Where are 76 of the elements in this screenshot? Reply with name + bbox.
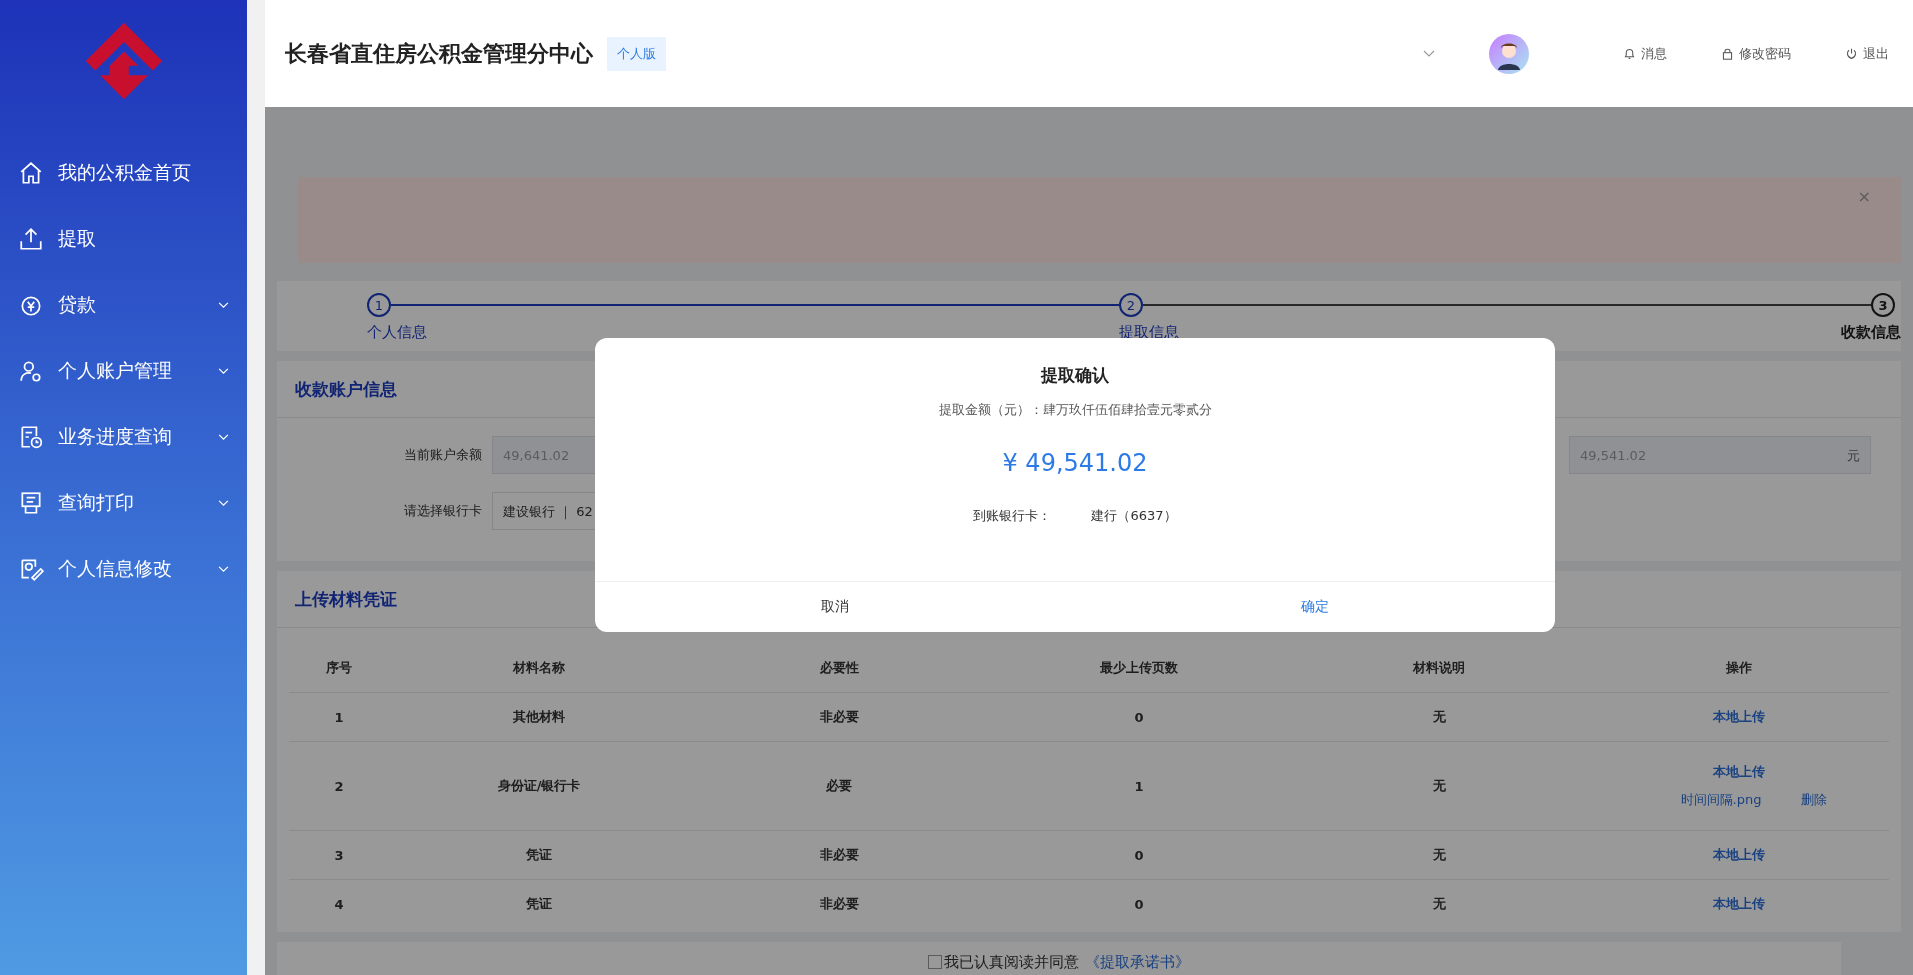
avatar-icon[interactable] xyxy=(1489,33,1529,74)
header-link[interactable]: 退出 xyxy=(1845,44,1889,63)
step-number: 1 xyxy=(367,293,391,317)
upload-icon xyxy=(18,226,44,252)
chevron-down-icon xyxy=(218,499,229,507)
header-link[interactable]: 消息 xyxy=(1623,44,1667,63)
sidebar-item[interactable]: 个人信息修改 xyxy=(0,536,247,602)
table-cell-text: 0 xyxy=(1133,709,1145,725)
table-cell-text: 4 xyxy=(333,896,345,912)
table-cell-text: 1 xyxy=(1133,778,1145,794)
site-title: 长春省直住房公积金管理分中心 xyxy=(285,39,593,68)
table-cell-text: 非必要 xyxy=(818,846,860,864)
progress-icon xyxy=(18,424,44,450)
table-cell-text: 身份证/银行卡 xyxy=(496,777,582,795)
column-header: 操作 xyxy=(1725,659,1753,677)
lock-icon xyxy=(1721,47,1734,60)
table-cell-text: 其他材料 xyxy=(512,708,566,726)
table-cell-text: 非必要 xyxy=(818,895,860,913)
field-label: 当前账户余额 xyxy=(403,446,482,464)
step-number: 3 xyxy=(1871,293,1895,317)
upload-link[interactable]: 本地上传 xyxy=(1713,846,1765,864)
amount-in-words: 提取金额（元）：肆万玖仟伍佰肆拾壹元零贰分 xyxy=(938,401,1212,419)
column-header: 材料说明 xyxy=(1412,659,1466,677)
chevron-down-icon xyxy=(218,367,229,375)
sidebar-item[interactable]: 个人账户管理 xyxy=(0,338,247,404)
sidebar-item[interactable]: 我的公积金首页 xyxy=(0,140,247,206)
agreement-text: 我已认真阅读并同意 xyxy=(944,952,1079,972)
table-cell-text: 0 xyxy=(1133,896,1145,912)
chevron-down-icon xyxy=(218,301,229,309)
agree-checkbox[interactable] xyxy=(928,955,942,969)
table-cell-text: 无 xyxy=(1431,846,1447,864)
table-cell-text: 0 xyxy=(1133,847,1145,863)
chevron-down-icon xyxy=(218,565,229,573)
dialog-title: 提取确认 xyxy=(1041,364,1109,387)
file-link[interactable]: 时间间隔.png xyxy=(1680,791,1762,809)
table-cell-text: 凭证 xyxy=(525,895,553,913)
edit-icon xyxy=(18,556,44,582)
chevron-down-icon[interactable] xyxy=(1423,49,1435,58)
upload-link[interactable]: 本地上传 xyxy=(1713,763,1765,781)
header-link[interactable]: 修改密码 xyxy=(1721,44,1791,63)
chevron-down-icon xyxy=(218,433,229,441)
table-cell-text: 3 xyxy=(333,847,345,863)
column-header: 必要性 xyxy=(818,659,860,677)
bank-card-label: 到账银行卡： xyxy=(973,507,1052,525)
column-header: 序号 xyxy=(325,659,353,677)
sidebar-item[interactable]: 提取 xyxy=(0,206,247,272)
upload-link[interactable]: 本地上传 xyxy=(1713,708,1765,726)
step-number: 2 xyxy=(1119,293,1143,317)
power-icon xyxy=(1845,47,1858,60)
table-cell-text: 无 xyxy=(1431,708,1447,726)
step-label: 个人信息 xyxy=(367,323,427,342)
delete-link[interactable]: 删除 xyxy=(1801,791,1828,809)
scrollbar-track[interactable] xyxy=(247,0,265,975)
sidebar-item[interactable]: 查询打印 xyxy=(0,470,247,536)
column-header: 最少上传页数 xyxy=(1099,659,1179,677)
bank-card-value: 建行（6637） xyxy=(1091,507,1177,525)
amount-field: 49,541.02 元 xyxy=(1569,436,1871,474)
sidebar-item[interactable]: 贷款 xyxy=(0,272,247,338)
table-cell-text: 非必要 xyxy=(818,708,860,726)
table-cell-text: 无 xyxy=(1431,777,1447,795)
sidebar-item[interactable]: 业务进度查询 xyxy=(0,404,247,470)
bell-icon xyxy=(1623,47,1636,60)
step-label: 收款信息 xyxy=(1841,323,1901,342)
upload-link[interactable]: 本地上传 xyxy=(1713,895,1765,913)
version-badge: 个人版 xyxy=(607,36,666,71)
amount-value: ¥ 49,541.02 xyxy=(1002,449,1148,477)
table-cell-text: 凭证 xyxy=(525,846,553,864)
agreement-link[interactable]: 《提取承诺书》 xyxy=(1085,952,1190,972)
print-icon xyxy=(18,490,44,516)
table-cell-text: 必要 xyxy=(825,777,853,795)
table-cell-text: 2 xyxy=(333,778,345,794)
column-header: 材料名称 xyxy=(512,659,566,677)
table-cell-text: 1 xyxy=(333,709,345,725)
table-cell-text: 无 xyxy=(1431,895,1447,913)
field-label: 请选择银行卡 xyxy=(403,502,482,520)
home-icon xyxy=(18,160,44,186)
